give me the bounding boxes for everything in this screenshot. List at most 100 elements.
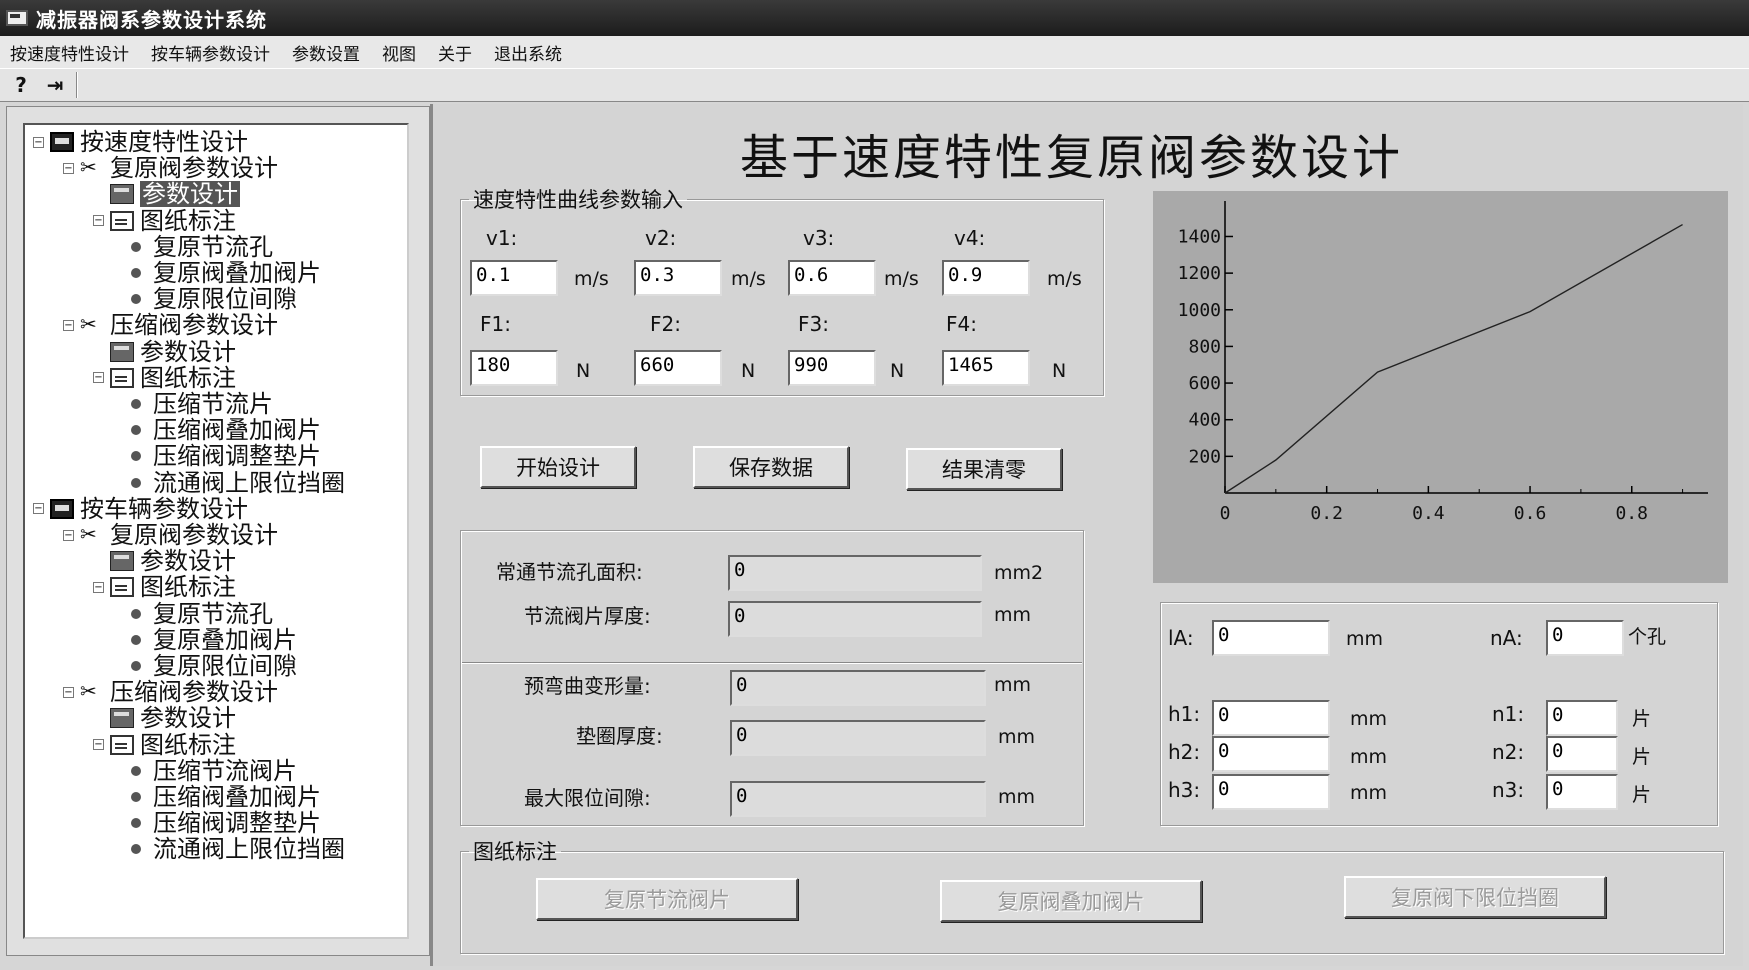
h3-input[interactable]: 0 (1212, 774, 1330, 810)
tree-item[interactable]: 复原限位间隙 (123, 653, 297, 679)
menu-parameter-settings[interactable]: 参数设置 (292, 40, 360, 65)
tree-item[interactable]: 参数设计 (93, 548, 236, 574)
n1-label: n1: (1492, 702, 1525, 726)
y-tick-label: 1400 (1178, 226, 1221, 247)
tree-item[interactable]: 流通阀上限位挡圈 (123, 836, 345, 862)
tree-item-label: 参数设计 (140, 337, 236, 366)
n1-input[interactable]: 0 (1546, 700, 1618, 736)
menu-about[interactable]: 关于 (438, 40, 472, 65)
tree-expander-icon[interactable]: − (33, 136, 44, 148)
tree-expander-icon[interactable]: − (33, 503, 44, 515)
save-data-button[interactable]: 保存数据 (693, 446, 849, 488)
tree-expander-icon[interactable]: − (63, 162, 74, 174)
restore-lower-stop-ring-button[interactable]: 复原阀下限位挡圈 (1344, 876, 1606, 918)
f1-unit: N (576, 360, 591, 382)
menu-view[interactable]: 视图 (382, 40, 416, 65)
f1-input[interactable]: 180 (470, 350, 558, 386)
n3-label: n3: (1492, 778, 1525, 802)
v1-input[interactable]: 0.1 (470, 260, 558, 296)
tree-item[interactable]: − 图纸标注 (93, 732, 236, 758)
tree-item[interactable]: 复原节流孔 (123, 601, 273, 627)
tree-item[interactable]: 压缩阀叠加阀片 (123, 417, 321, 443)
tree-item[interactable]: 复原限位间隙 (123, 286, 297, 312)
x-tick-label: 0 (1220, 503, 1231, 524)
tree-item-label: 压缩阀参数设计 (110, 678, 278, 707)
tree-item[interactable]: 参数设计 (93, 705, 236, 731)
tree-expander-icon[interactable]: − (63, 319, 74, 331)
na-input[interactable]: 0 (1546, 620, 1624, 656)
tree-expander-icon[interactable]: − (63, 686, 74, 698)
n3-input[interactable]: 0 (1546, 774, 1618, 810)
tools-icon (80, 154, 104, 180)
tree-item-label: 按速度特性设计 (80, 128, 248, 156)
tree-view[interactable]: −按速度特性设计−复原阀参数设计参数设计−图纸标注复原节流孔复原阀叠加阀片复原限… (23, 123, 409, 939)
tree-item[interactable]: − 复原阀参数设计 (63, 154, 278, 181)
la-input[interactable]: 0 (1212, 620, 1330, 656)
results-divider (462, 662, 1082, 664)
tree-item[interactable]: 复原节流孔 (123, 234, 273, 260)
force-velocity-series-line (1224, 223, 1683, 494)
tree-item[interactable]: 复原阀叠加阀片 (123, 260, 321, 286)
tree-item[interactable]: − 按车辆参数设计 (33, 496, 248, 522)
restore-stack-disc-button[interactable]: 复原阀叠加阀片 (940, 880, 1202, 922)
menu-vehicle-design[interactable]: 按车辆参数设计 (151, 40, 270, 65)
n2-input[interactable]: 0 (1546, 736, 1618, 772)
tools-icon (80, 521, 104, 547)
f4-input[interactable]: 1465 (942, 350, 1030, 386)
max-limit-gap-unit: mm (998, 786, 1036, 808)
f2-label: F2: (650, 312, 681, 336)
tree-item[interactable]: − 压缩阀参数设计 (63, 311, 278, 338)
x-tick-label: 0.2 (1310, 503, 1343, 524)
navigation-panel: −按速度特性设计−复原阀参数设计参数设计−图纸标注复原节流孔复原阀叠加阀片复原限… (6, 106, 430, 956)
tree-item[interactable]: 压缩阀调整垫片 (123, 810, 321, 836)
tree-item[interactable]: − 图纸标注 (93, 365, 236, 391)
start-design-button[interactable]: 开始设计 (480, 446, 636, 488)
prebend-deformation-label: 预弯曲变形量: (524, 674, 651, 698)
f3-input[interactable]: 990 (788, 350, 876, 386)
h2-input[interactable]: 0 (1212, 736, 1330, 772)
tree-item[interactable]: 参数设计 (93, 181, 240, 208)
bullet-icon (131, 294, 141, 305)
tree-expander-icon[interactable]: − (93, 739, 104, 751)
tree-item[interactable]: − 按速度特性设计 (33, 129, 248, 155)
tree-item[interactable]: − 图纸标注 (93, 208, 236, 234)
v2-unit: m/s (731, 268, 766, 290)
tree-item[interactable]: 流通阀上限位挡圈 (123, 470, 345, 496)
y-tick-label: 800 (1188, 336, 1221, 357)
help-icon[interactable]: ? (8, 72, 34, 98)
restore-throttle-disc-button[interactable]: 复原节流阀片 (536, 878, 798, 920)
drawing-annotation-legend: 图纸标注 (473, 840, 557, 864)
exit-icon[interactable]: ⇥ (42, 72, 68, 98)
tree-item-label: 图纸标注 (140, 573, 236, 602)
v4-input[interactable]: 0.9 (942, 260, 1030, 296)
h1-input[interactable]: 0 (1212, 700, 1330, 736)
v3-input[interactable]: 0.6 (788, 260, 876, 296)
f4-label: F4: (946, 312, 977, 336)
tree-item[interactable]: − 压缩阀参数设计 (63, 678, 278, 707)
tree-item[interactable]: − 图纸标注 (93, 574, 236, 600)
menu-exit[interactable]: 退出系统 (494, 40, 562, 65)
v2-input[interactable]: 0.3 (634, 260, 722, 296)
prebend-deformation-unit: mm (994, 674, 1032, 696)
disc-thickness-unit: mm (994, 604, 1032, 626)
tree-item[interactable]: 参数设计 (93, 339, 236, 365)
tree-expander-icon[interactable]: − (93, 215, 104, 227)
speed-characteristic-chart: 200 400 600 800 1000 1200 1400 0 0.2 0.4 0.6 0.8 (1153, 191, 1728, 583)
v2-label: v2: (645, 226, 677, 250)
tree-item-label: 图纸标注 (140, 206, 236, 235)
tree-expander-icon[interactable]: − (93, 581, 104, 593)
orifice-area-unit: mm2 (994, 562, 1044, 584)
tree-expander-icon[interactable]: − (63, 529, 74, 541)
tree-item[interactable]: 压缩节流片 (123, 391, 273, 417)
tree-item-label: 压缩节流片 (153, 390, 273, 418)
clear-results-button[interactable]: 结果清零 (906, 448, 1062, 490)
menu-speed-design[interactable]: 按速度特性设计 (10, 40, 129, 65)
f2-input[interactable]: 660 (634, 350, 722, 386)
tree-item[interactable]: − 复原阀参数设计 (63, 521, 278, 548)
tree-item-label: 参数设计 (140, 704, 236, 733)
tree-item[interactable]: 压缩阀调整垫片 (123, 443, 321, 469)
tree-expander-icon[interactable]: − (93, 372, 104, 384)
tree-item[interactable]: 压缩节流阀片 (123, 758, 297, 784)
tree-item[interactable]: 复原叠加阀片 (123, 627, 297, 653)
tree-item[interactable]: 压缩阀叠加阀片 (123, 784, 321, 810)
